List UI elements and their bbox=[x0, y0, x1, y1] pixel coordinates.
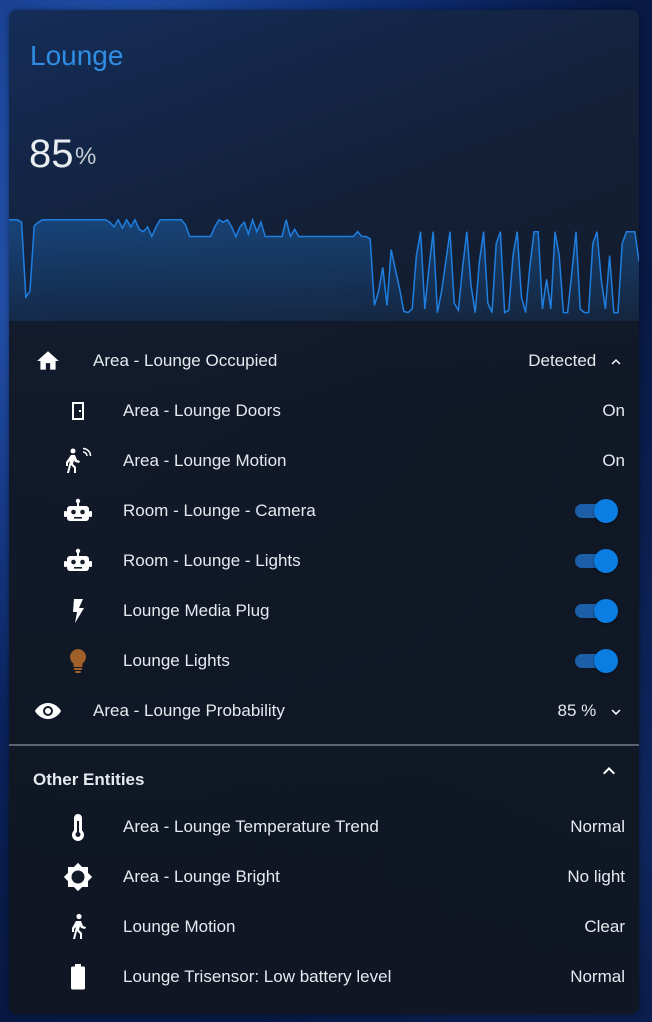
probability-value: 85 bbox=[29, 132, 74, 176]
entity-label: Room - Lounge - Camera bbox=[123, 501, 316, 520]
lounge-card: Lounge 85 % Area - Lounge Occupied Detec… bbox=[9, 10, 639, 1014]
entity-row-lounge-bright[interactable]: Area - Lounge Bright No light bbox=[9, 852, 639, 902]
toggle-knob bbox=[594, 599, 618, 623]
entity-row-lounge-doors[interactable]: Area - Lounge Doors On bbox=[9, 386, 639, 436]
entity-label: Lounge Media Plug bbox=[123, 601, 270, 620]
robot-icon bbox=[63, 496, 93, 526]
lightbulb-icon bbox=[63, 646, 93, 676]
card-title: Lounge bbox=[30, 40, 124, 71]
door-icon bbox=[63, 396, 93, 426]
entity-state[interactable]: 85 % bbox=[558, 701, 625, 721]
motion-sensor-icon bbox=[63, 446, 93, 476]
entity-label: Lounge Motion bbox=[123, 917, 236, 936]
eye-icon bbox=[33, 696, 63, 726]
entity-label: Area - Lounge Temperature Trend bbox=[123, 817, 379, 836]
entity-label: Area - Lounge Bright bbox=[123, 867, 280, 886]
entity-row-media-plug[interactable]: Lounge Media Plug bbox=[9, 586, 639, 636]
entity-row-camera-automation[interactable]: Room - Lounge - Camera bbox=[9, 486, 639, 536]
entity-label: Area - Lounge Probability bbox=[93, 701, 285, 720]
entity-state: On bbox=[602, 401, 625, 420]
flash-icon bbox=[63, 596, 93, 626]
robot-icon bbox=[63, 546, 93, 576]
entity-state-text: 85 % bbox=[557, 701, 597, 720]
sensor-header[interactable]: Lounge 85 % bbox=[9, 10, 639, 321]
entity-row-temperature-trend[interactable]: Area - Lounge Temperature Trend Normal bbox=[9, 802, 639, 852]
other-entities-title: Other Entities bbox=[33, 770, 145, 789]
toggle-knob bbox=[594, 549, 618, 573]
media-plug-toggle[interactable] bbox=[573, 597, 619, 625]
entity-state-text: Detected bbox=[528, 351, 597, 370]
entity-label: Area - Lounge Doors bbox=[123, 401, 281, 420]
entity-label: Lounge Trisensor: Low battery level bbox=[123, 967, 392, 986]
entity-state: No light bbox=[567, 867, 625, 886]
probability-history-graph bbox=[9, 217, 639, 321]
entity-row-lights-automation[interactable]: Room - Lounge - Lights bbox=[9, 536, 639, 586]
entity-state[interactable]: Detected bbox=[528, 351, 625, 371]
chevron-up-icon[interactable] bbox=[597, 759, 621, 783]
entity-row-lounge-lights[interactable]: Lounge Lights bbox=[9, 636, 639, 686]
entity-row-lounge-motion[interactable]: Area - Lounge Motion On bbox=[9, 436, 639, 486]
entity-label: Lounge Lights bbox=[123, 651, 230, 670]
chevron-down-icon[interactable] bbox=[607, 703, 625, 721]
brightness-icon bbox=[63, 862, 93, 892]
entity-state: Clear bbox=[584, 917, 625, 936]
entity-row-lounge-occupied[interactable]: Area - Lounge Occupied Detected bbox=[9, 336, 639, 386]
toggle-knob bbox=[594, 499, 618, 523]
chevron-up-icon[interactable] bbox=[607, 353, 625, 371]
camera-automation-toggle[interactable] bbox=[573, 497, 619, 525]
entity-label: Area - Lounge Occupied bbox=[93, 351, 278, 370]
entity-row-lounge-motion-sensor[interactable]: Lounge Motion Clear bbox=[9, 902, 639, 952]
walk-icon bbox=[63, 912, 93, 942]
lights-automation-toggle[interactable] bbox=[573, 547, 619, 575]
section-divider bbox=[9, 744, 639, 746]
home-icon bbox=[33, 346, 63, 376]
entity-label: Room - Lounge - Lights bbox=[123, 551, 301, 570]
thermometer-icon bbox=[63, 812, 93, 842]
battery-icon bbox=[63, 962, 93, 992]
probability-unit: % bbox=[75, 143, 97, 170]
lounge-lights-toggle[interactable] bbox=[573, 647, 619, 675]
entity-row-trisensor-battery[interactable]: Lounge Trisensor: Low battery level Norm… bbox=[9, 952, 639, 1002]
entity-label: Area - Lounge Motion bbox=[123, 451, 287, 470]
entity-state: Normal bbox=[570, 817, 625, 836]
entity-state: Normal bbox=[570, 967, 625, 986]
toggle-knob bbox=[594, 649, 618, 673]
graph-area bbox=[9, 219, 639, 321]
entity-state: On bbox=[602, 451, 625, 470]
entity-row-lounge-probability[interactable]: Area - Lounge Probability 85 % bbox=[9, 686, 639, 736]
